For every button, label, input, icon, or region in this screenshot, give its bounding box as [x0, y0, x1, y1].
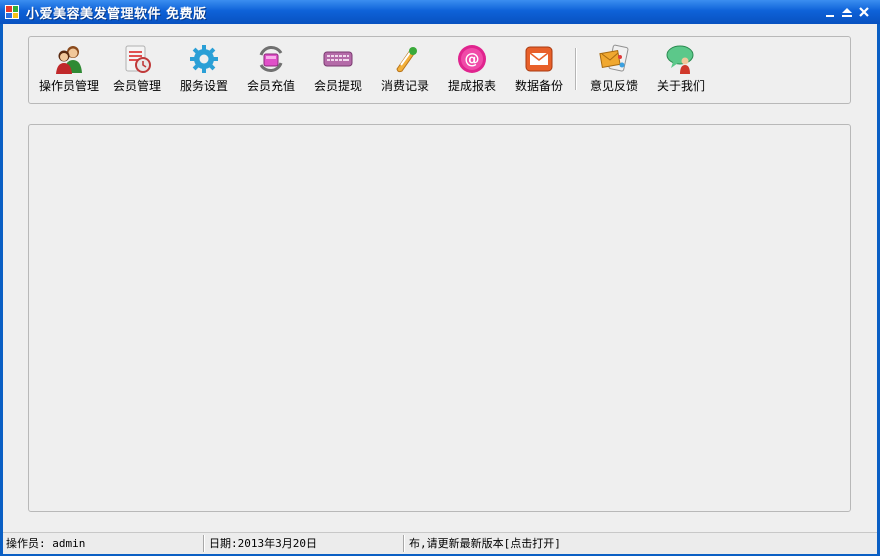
status-divider [203, 535, 205, 552]
scroll-icon [396, 47, 417, 73]
main-toolbar: 操作员管理 会员管理 服务设置 会员充值 会员提现 消费记录 @ 提成报表 数据… [28, 36, 851, 104]
status-bar: 操作员: admin 日期:2013年3月20日 布,请更新最新版本[点击打开] [3, 532, 877, 554]
toolbar-member-recharge-button[interactable]: 会员充值 [245, 43, 297, 94]
status-divider [403, 535, 405, 552]
window-title: 小爱美容美发管理软件 免费版 [26, 7, 207, 22]
envelope-icon [525, 46, 553, 72]
status-date: 日期:2013年3月20日 [209, 537, 317, 550]
close-icon[interactable] [856, 4, 872, 20]
client-area: 操作员管理 会员管理 服务设置 会员充值 会员提现 消费记录 @ 提成报表 数据… [3, 24, 877, 532]
toolbar-member-withdraw-button[interactable]: 会员提现 [312, 43, 364, 94]
keyboard-icon [323, 51, 353, 67]
toolbar-label: 关于我们 [656, 79, 705, 93]
toolbar-commission-report-button[interactable]: @ 提成报表 [446, 43, 498, 94]
status-update-link[interactable]: 布,请更新最新版本[点击打开] [409, 536, 874, 551]
toolbar-label: 会员提现 [313, 79, 362, 93]
at-icon: @ [458, 45, 486, 73]
main-content-panel [28, 124, 851, 512]
recharge-icon [259, 46, 283, 72]
feedback-mail-icon [599, 44, 629, 72]
toolbar-label: 操作员管理 [38, 79, 99, 93]
toolbar-label: 数据备份 [514, 79, 563, 93]
gear-icon [190, 45, 218, 73]
users-icon [56, 46, 82, 74]
app-window: 小爱美容美发管理软件 免费版 操作员管理 会员管理 服务设置 会员充值 会员提现… [0, 0, 880, 556]
toolbar-data-backup-button[interactable]: 数据备份 [513, 43, 565, 94]
toolbar-separator [575, 48, 577, 90]
toolbar-label: 消费记录 [380, 79, 429, 93]
toolbar-label: 会员充值 [246, 79, 295, 93]
restore-icon[interactable] [839, 4, 855, 20]
svg-text:@: @ [465, 50, 480, 68]
toolbar-service-settings-button[interactable]: 服务设置 [178, 43, 230, 94]
toolbar-feedback-button[interactable]: 意见反馈 [588, 43, 640, 94]
status-operator: 操作员: admin [6, 537, 86, 550]
toolbar-label: 意见反馈 [589, 79, 638, 93]
toolbar-label: 会员管理 [112, 79, 161, 93]
minimize-icon[interactable] [822, 4, 838, 20]
toolbar-consumption-records-button[interactable]: 消费记录 [379, 43, 431, 94]
toolbar-label: 服务设置 [179, 79, 228, 93]
app-logo-icon [5, 5, 19, 19]
title-bar[interactable]: 小爱美容美发管理软件 免费版 [0, 0, 880, 24]
toolbar-about-button[interactable]: 关于我们 [655, 43, 707, 94]
toolbar-label: 提成报表 [447, 79, 496, 93]
chat-person-icon [666, 45, 694, 74]
toolbar-operator-management-button[interactable]: 操作员管理 [38, 43, 100, 94]
toolbar-member-management-button[interactable]: 会员管理 [111, 43, 163, 94]
member-card-icon [125, 45, 151, 73]
